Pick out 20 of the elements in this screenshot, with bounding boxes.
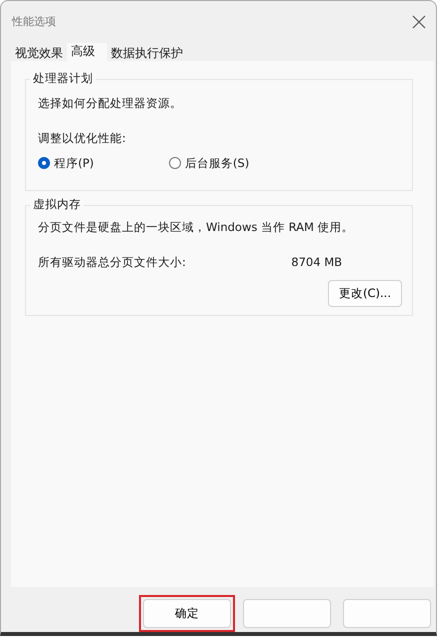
size-label: 所有驱动器总分页文件大小:: [38, 254, 186, 270]
radio-button[interactable]: [38, 157, 50, 170]
radio-label: 程序(P): [54, 156, 94, 171]
tab[interactable]: 高级: [67, 42, 107, 61]
group-title: 处理器计划: [30, 70, 96, 86]
close-icon[interactable]: [412, 14, 426, 29]
size-value: 8704 MB: [291, 254, 342, 270]
tab[interactable]: 视觉效果: [11, 42, 67, 61]
radio-option[interactable]: 后台服务(S): [168, 156, 250, 171]
radio-option[interactable]: 程序(P): [38, 156, 94, 171]
group-title: 虚拟内存: [30, 196, 84, 212]
change-button[interactable]: 更改(C)...: [328, 280, 402, 307]
ok-button[interactable]: 确定: [143, 599, 231, 628]
tab[interactable]: 数据执行保护: [107, 42, 187, 61]
window-title: 性能选项: [12, 14, 56, 30]
description-text: 分页文件是硬盘上的一块区域，Windows 当作 RAM 使用。: [38, 220, 355, 235]
radio-label: 后台服务(S): [184, 156, 250, 171]
description-text: 选择如何分配处理器资源。: [38, 96, 183, 111]
radio-button[interactable]: [168, 157, 181, 170]
prompt-text: 调整以优化性能:: [38, 130, 127, 146]
